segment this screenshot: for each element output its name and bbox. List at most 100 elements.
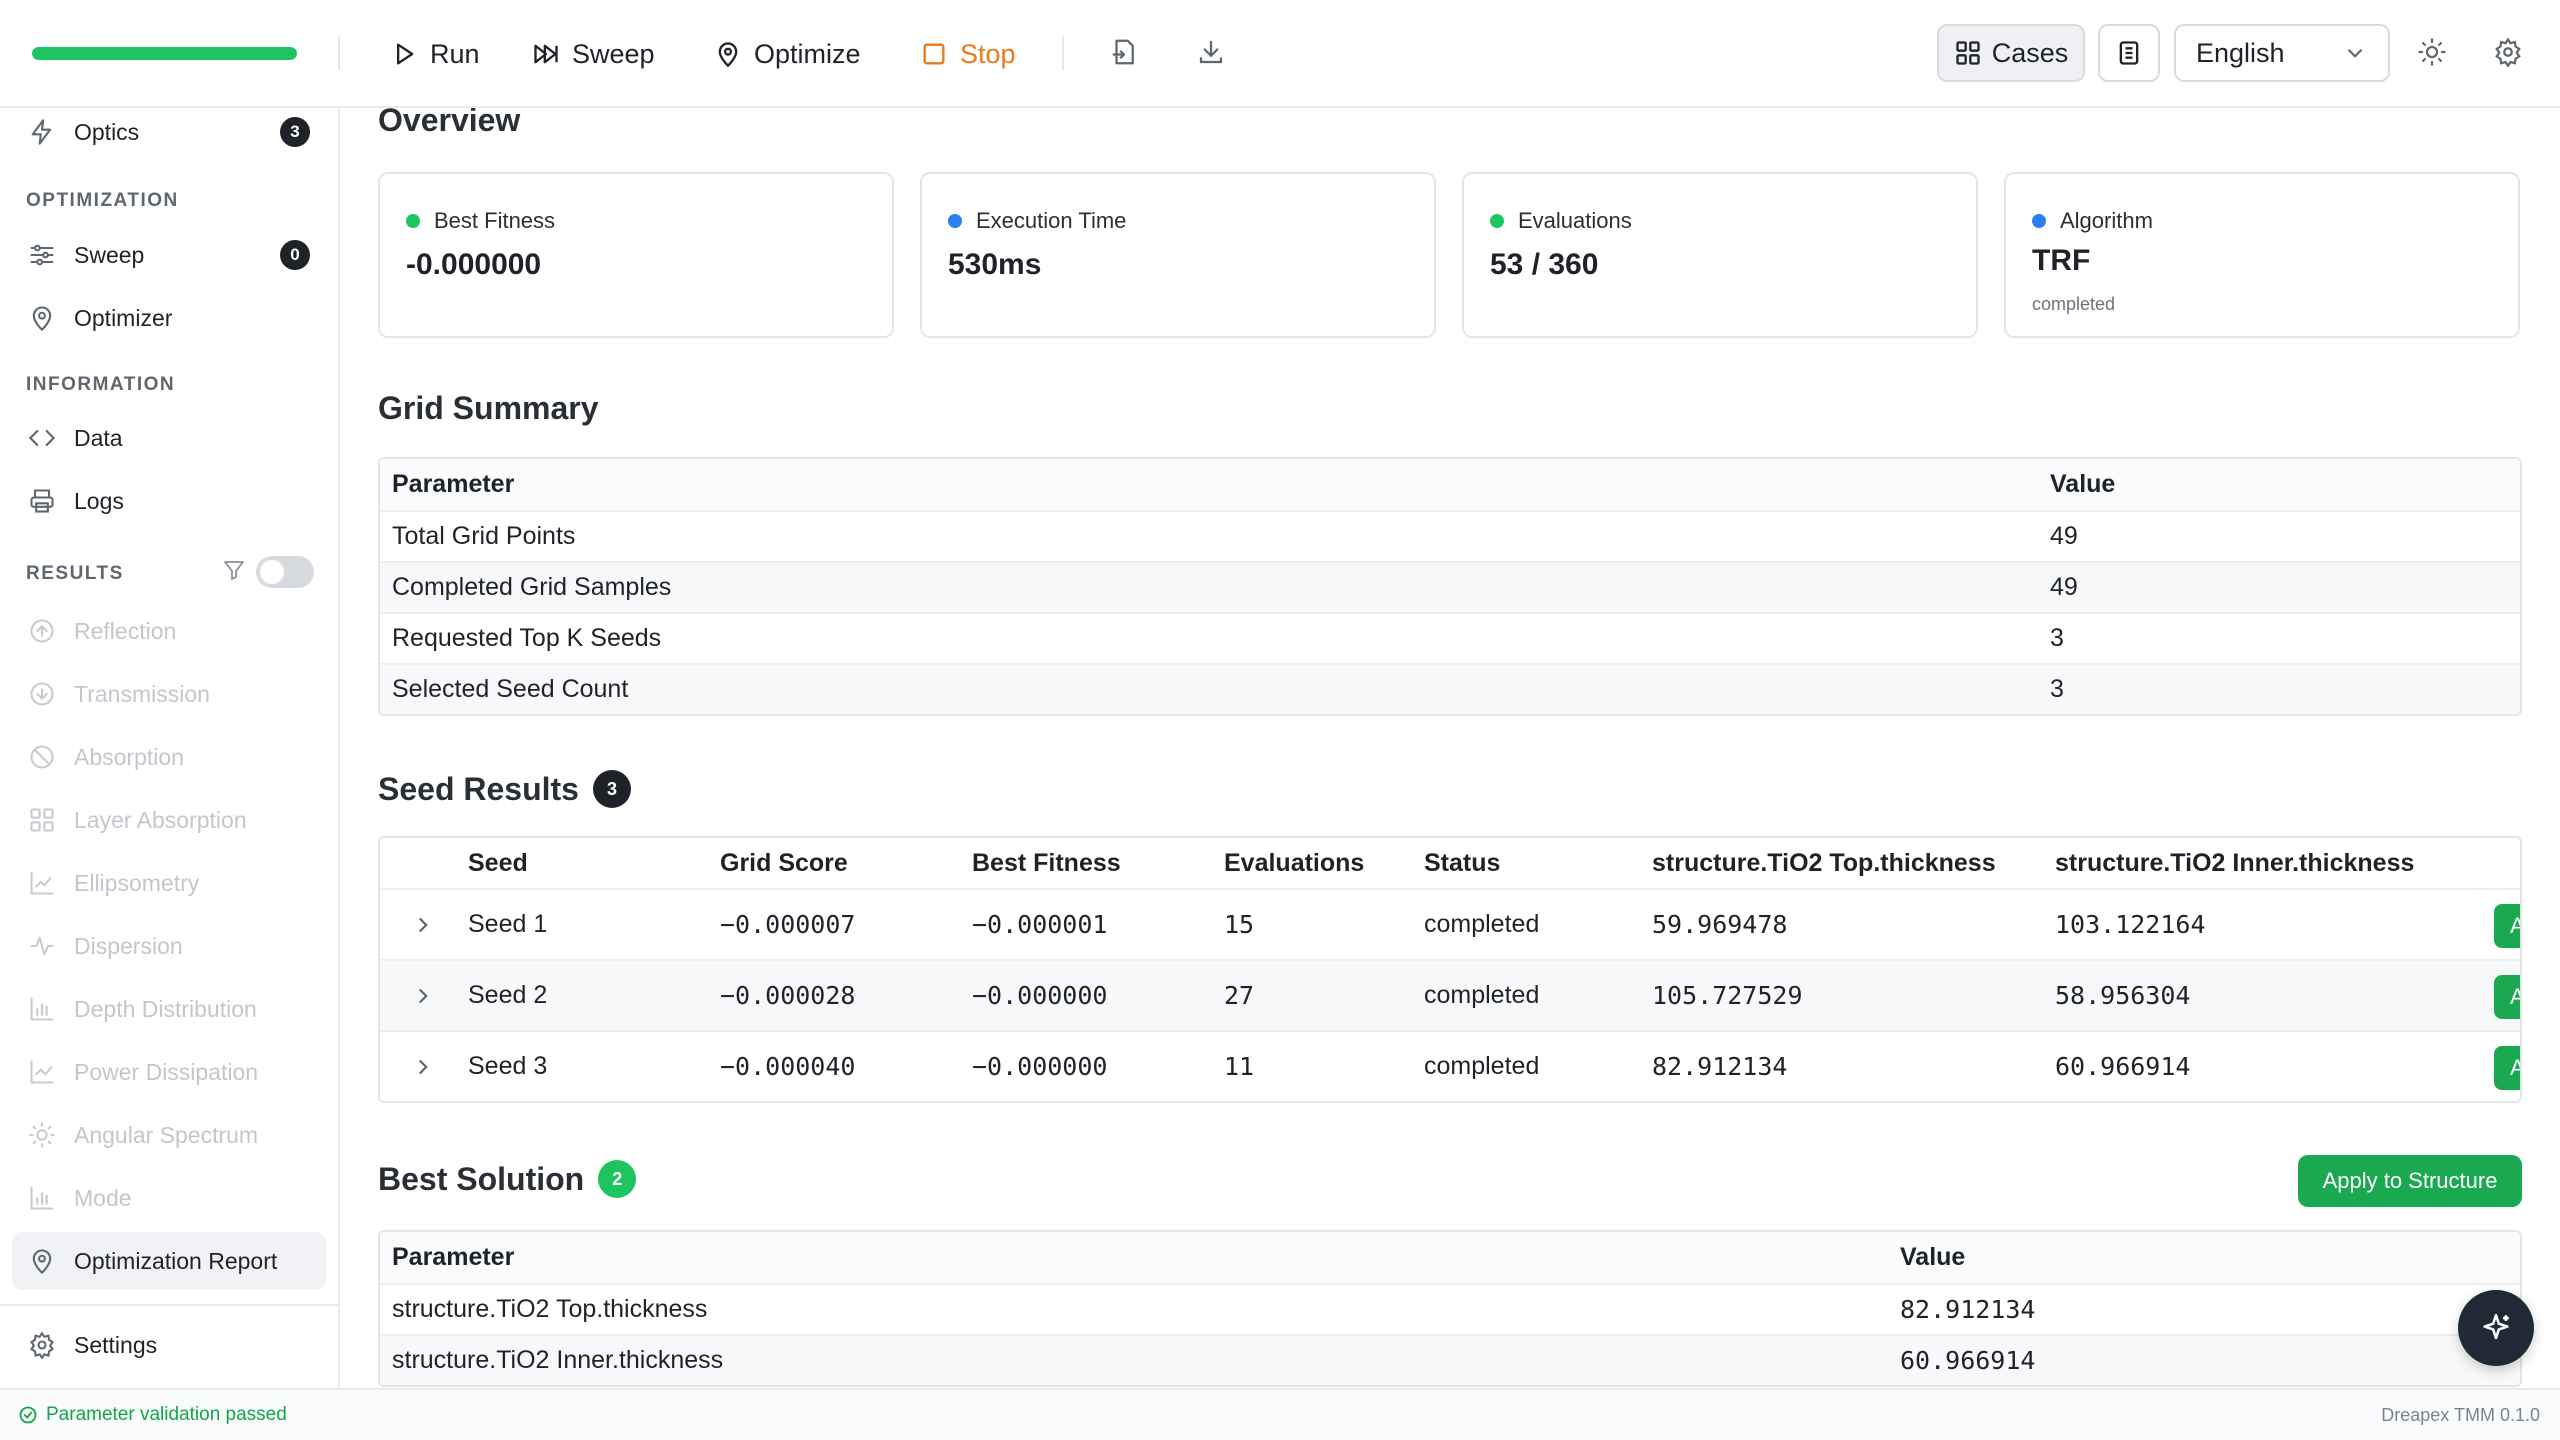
sidebar-item-dispersion[interactable]: Dispersion [12,917,326,975]
zap-icon [31,119,52,145]
map-pin-icon [32,1249,52,1275]
sweep-count-badge: 0 [280,240,310,270]
table-cell: 59.969478 [1652,910,1788,939]
table-row: Completed Grid Samples 49 [380,561,2520,612]
sidebar-item-reflection[interactable]: Reflection [12,602,326,660]
chevron-down-icon [2347,48,2363,58]
card-subtext: completed [2032,294,2116,314]
value-cell: 82.912134 [1900,1295,2036,1324]
sidebar-item-optimization-report[interactable]: Optimization Report [12,1232,326,1290]
sidebar-item-optimizer[interactable]: Optimizer [12,289,326,347]
card-label-text: Execution Time [976,208,1127,233]
card-value: 530ms [948,248,1042,281]
language-select[interactable]: English [2174,24,2390,82]
column-header: Best Fitness [972,848,1121,877]
sidebar-item-label: Layer Absorption [74,806,247,833]
table-cell: 27 [1224,981,1255,1010]
apply-seed-button[interactable]: Apply [2494,975,2520,1019]
filter-icon[interactable] [222,558,246,582]
table-cell: 11 [1224,1052,1255,1081]
seed-results-title: Seed Results 3 [378,770,631,808]
sidebar-item-optics[interactable]: Optics 3 [12,103,326,161]
document-button[interactable] [2098,24,2160,82]
sidebar-item-ellipsometry[interactable]: Ellipsometry [12,854,326,912]
sidebar-item-label: Dispersion [74,932,183,959]
expand-row-button[interactable] [410,961,436,1030]
import-button[interactable] [1106,34,1142,70]
best-solution-table: Parameter Value structure.TiO2 Top.thickne… [378,1230,2522,1387]
bar-chart-icon [30,997,54,1021]
ai-assistant-button[interactable] [2458,1290,2534,1366]
stop-square-icon [923,43,945,65]
status-bar: Parameter validation passed Dreapex TMM … [0,1388,2560,1440]
sidebar-item-layer-absorption[interactable]: Layer Absorption [12,791,326,849]
table-cell: −0.000040 [720,1052,856,1081]
sidebar-item-data[interactable]: Data [12,409,326,467]
sidebar-item-angular-spectrum[interactable]: Angular Spectrum [12,1106,326,1164]
table-cell: 105.727529 [1652,981,1803,1010]
column-header: structure.TiO2 Top.thickness [1652,848,1996,877]
sidebar-item-absorption[interactable]: Absorption [12,728,326,786]
sidebar-item-label: Angular Spectrum [74,1121,259,1148]
grid-summary-table: Parameter Value Total Grid Points 49 Complet… [378,457,2522,716]
status-dot [948,214,962,228]
sidebar-item-sweep[interactable]: Sweep 0 [12,226,326,284]
sidebar-item-transmission[interactable]: Transmission [12,665,326,723]
results-filter-toggle[interactable] [256,556,314,588]
column-header: Grid Score [720,848,848,877]
sidebar-item-logs[interactable]: Logs [12,472,326,530]
code-icon [28,429,56,447]
ban-icon [30,745,54,769]
apply-seed-button[interactable]: Apply [2494,904,2520,948]
sun-icon [29,1122,55,1148]
sweep-button[interactable]: Sweep [532,30,655,78]
expand-row-button[interactable] [410,1032,436,1101]
apply-to-structure-button[interactable]: Apply to Structure [2298,1155,2522,1207]
overview-card-evaluations: Evaluations 53 / 360 [1462,172,1978,338]
expand-row-button[interactable] [410,890,436,959]
table-row[interactable]: Seed 2 −0.000028 −0.000000 27 completed 105.7… [380,959,2520,1030]
table-header-row: Seed Grid Score Best Fitness Evaluations Sta… [380,838,2520,888]
bar-chart-icon [30,1186,54,1210]
table-row: Requested Top K Seeds 3 [380,612,2520,663]
toolbar-divider [1062,36,1064,70]
card-label: Evaluations [1490,208,1632,234]
card-label-text: Evaluations [1518,208,1632,233]
stop-button[interactable]: Stop [920,30,1016,78]
table-cell: completed [1424,910,1540,938]
overview-card-execution-time: Execution Time 530ms [920,172,1436,338]
table-header-row: Parameter Value [380,1232,2520,1283]
run-button[interactable]: Run [390,30,480,78]
optimize-button[interactable]: Optimize [714,30,861,78]
sidebar-item-depth-distribution[interactable]: Depth Distribution [12,980,326,1038]
column-header: Status [1424,848,1501,877]
apply-seed-button[interactable]: Apply [2494,1046,2520,1090]
cases-button[interactable]: Cases [1937,24,2085,82]
stop-label: Stop [960,38,1016,69]
theme-toggle[interactable] [2414,34,2450,70]
sidebar-item-mode[interactable]: Mode [12,1169,326,1227]
value-cell: 49 [2050,522,2078,550]
grid-icon [30,808,54,832]
printer-icon [30,489,54,513]
card-label-text: Best Fitness [434,208,556,233]
status-dot [1490,214,1504,228]
table-row[interactable]: Seed 3 −0.000040 −0.000000 11 completed 82.91… [380,1030,2520,1101]
table-cell: completed [1424,981,1540,1009]
document-icon [2119,41,2139,65]
sidebar-item-label: Transmission [74,680,210,707]
download-button[interactable] [1193,34,1229,70]
grid-summary-title: Grid Summary [378,390,599,427]
best-solution-title-text: Best Solution [378,1160,585,1197]
grid-summary-title-text: Grid Summary [378,390,599,426]
table-row: structure.TiO2 Inner.thickness 60.966914 [380,1334,2520,1385]
settings-button[interactable] [2490,34,2526,70]
value-cell: 60.966914 [1900,1346,2036,1375]
value-cell: 3 [2050,675,2064,703]
table-row: Total Grid Points 49 [380,510,2520,561]
sidebar-item-power-dissipation[interactable]: Power Dissipation [12,1043,326,1101]
table-row[interactable]: Seed 1 −0.000007 −0.000001 15 completed 59.96… [380,888,2520,959]
sidebar-item-label: Data [74,424,123,451]
optics-count-badge: 3 [280,117,310,147]
sidebar-item-settings[interactable]: Settings [12,1316,326,1374]
